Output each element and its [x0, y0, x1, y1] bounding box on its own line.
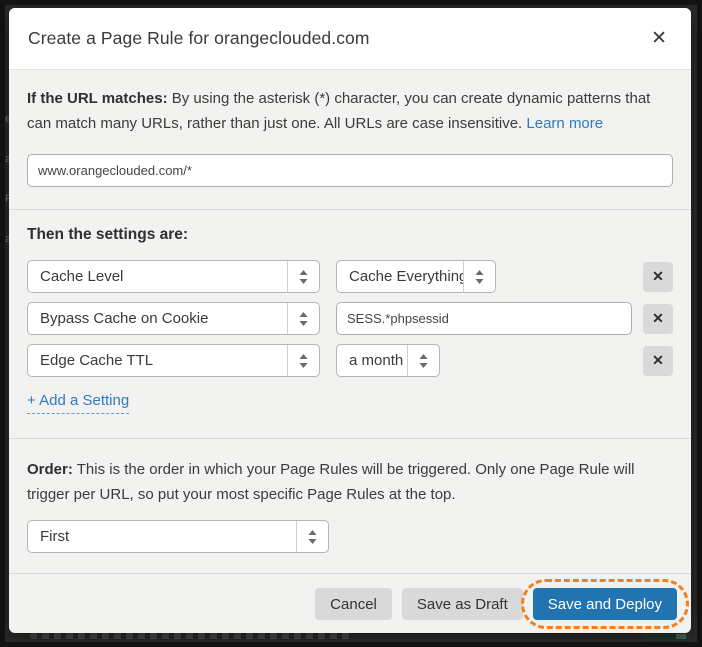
select-spinner-icon — [287, 261, 319, 292]
url-match-description: If the URL matches: By using the asteris… — [27, 86, 673, 136]
setting-row: Cache Level Cache Everything ✕ — [27, 260, 673, 293]
select-spinner-icon — [287, 345, 319, 376]
create-page-rule-modal: Create a Page Rule for orangeclouded.com… — [9, 8, 691, 633]
setting-value-select[interactable]: Cache Everything — [336, 260, 496, 293]
learn-more-link[interactable]: Learn more — [526, 115, 603, 132]
background-blurred-text — [30, 633, 350, 639]
save-and-deploy-wrap: Save and Deploy — [533, 588, 677, 620]
order-description: Order: This is the order in which your P… — [27, 457, 673, 507]
settings-section: Then the settings are: Cache Level Cache… — [9, 209, 691, 438]
setting-row: Edge Cache TTL a month ✕ — [27, 344, 673, 377]
modal-title: Create a Page Rule for orangeclouded.com — [28, 28, 370, 49]
url-match-label: If the URL matches: — [27, 90, 168, 107]
order-section: Order: This is the order in which your P… — [9, 438, 691, 573]
select-spinner-icon — [287, 303, 319, 334]
modal-footer: Cancel Save as Draft Save and Deploy — [9, 573, 691, 633]
order-select[interactable]: First — [27, 520, 329, 553]
cancel-button[interactable]: Cancel — [315, 588, 392, 620]
remove-setting-button[interactable]: ✕ — [643, 262, 673, 292]
setting-row: Bypass Cache on Cookie ✕ — [27, 302, 673, 335]
settings-heading: Then the settings are: — [27, 226, 673, 244]
background-artifact — [643, 632, 689, 641]
close-icon[interactable]: ✕ — [647, 25, 671, 52]
remove-setting-button[interactable]: ✕ — [643, 346, 673, 376]
save-as-draft-button[interactable]: Save as Draft — [402, 588, 523, 620]
select-spinner-icon — [407, 345, 439, 376]
modal-header: Create a Page Rule for orangeclouded.com… — [9, 8, 691, 70]
url-pattern-input[interactable] — [27, 154, 673, 187]
remove-setting-button[interactable]: ✕ — [643, 304, 673, 334]
select-spinner-icon — [463, 261, 495, 292]
save-and-deploy-button[interactable]: Save and Deploy — [533, 588, 677, 620]
select-spinner-icon — [296, 521, 328, 552]
setting-type-select[interactable]: Edge Cache TTL — [27, 344, 320, 377]
setting-type-select[interactable]: Cache Level — [27, 260, 320, 293]
url-match-section: If the URL matches: By using the asteris… — [9, 70, 691, 209]
setting-type-select[interactable]: Bypass Cache on Cookie — [27, 302, 320, 335]
setting-value-select[interactable]: a month — [336, 344, 440, 377]
setting-value-input[interactable] — [336, 302, 632, 335]
add-setting-link[interactable]: + Add a Setting — [27, 392, 129, 414]
order-label: Order: — [27, 461, 73, 478]
